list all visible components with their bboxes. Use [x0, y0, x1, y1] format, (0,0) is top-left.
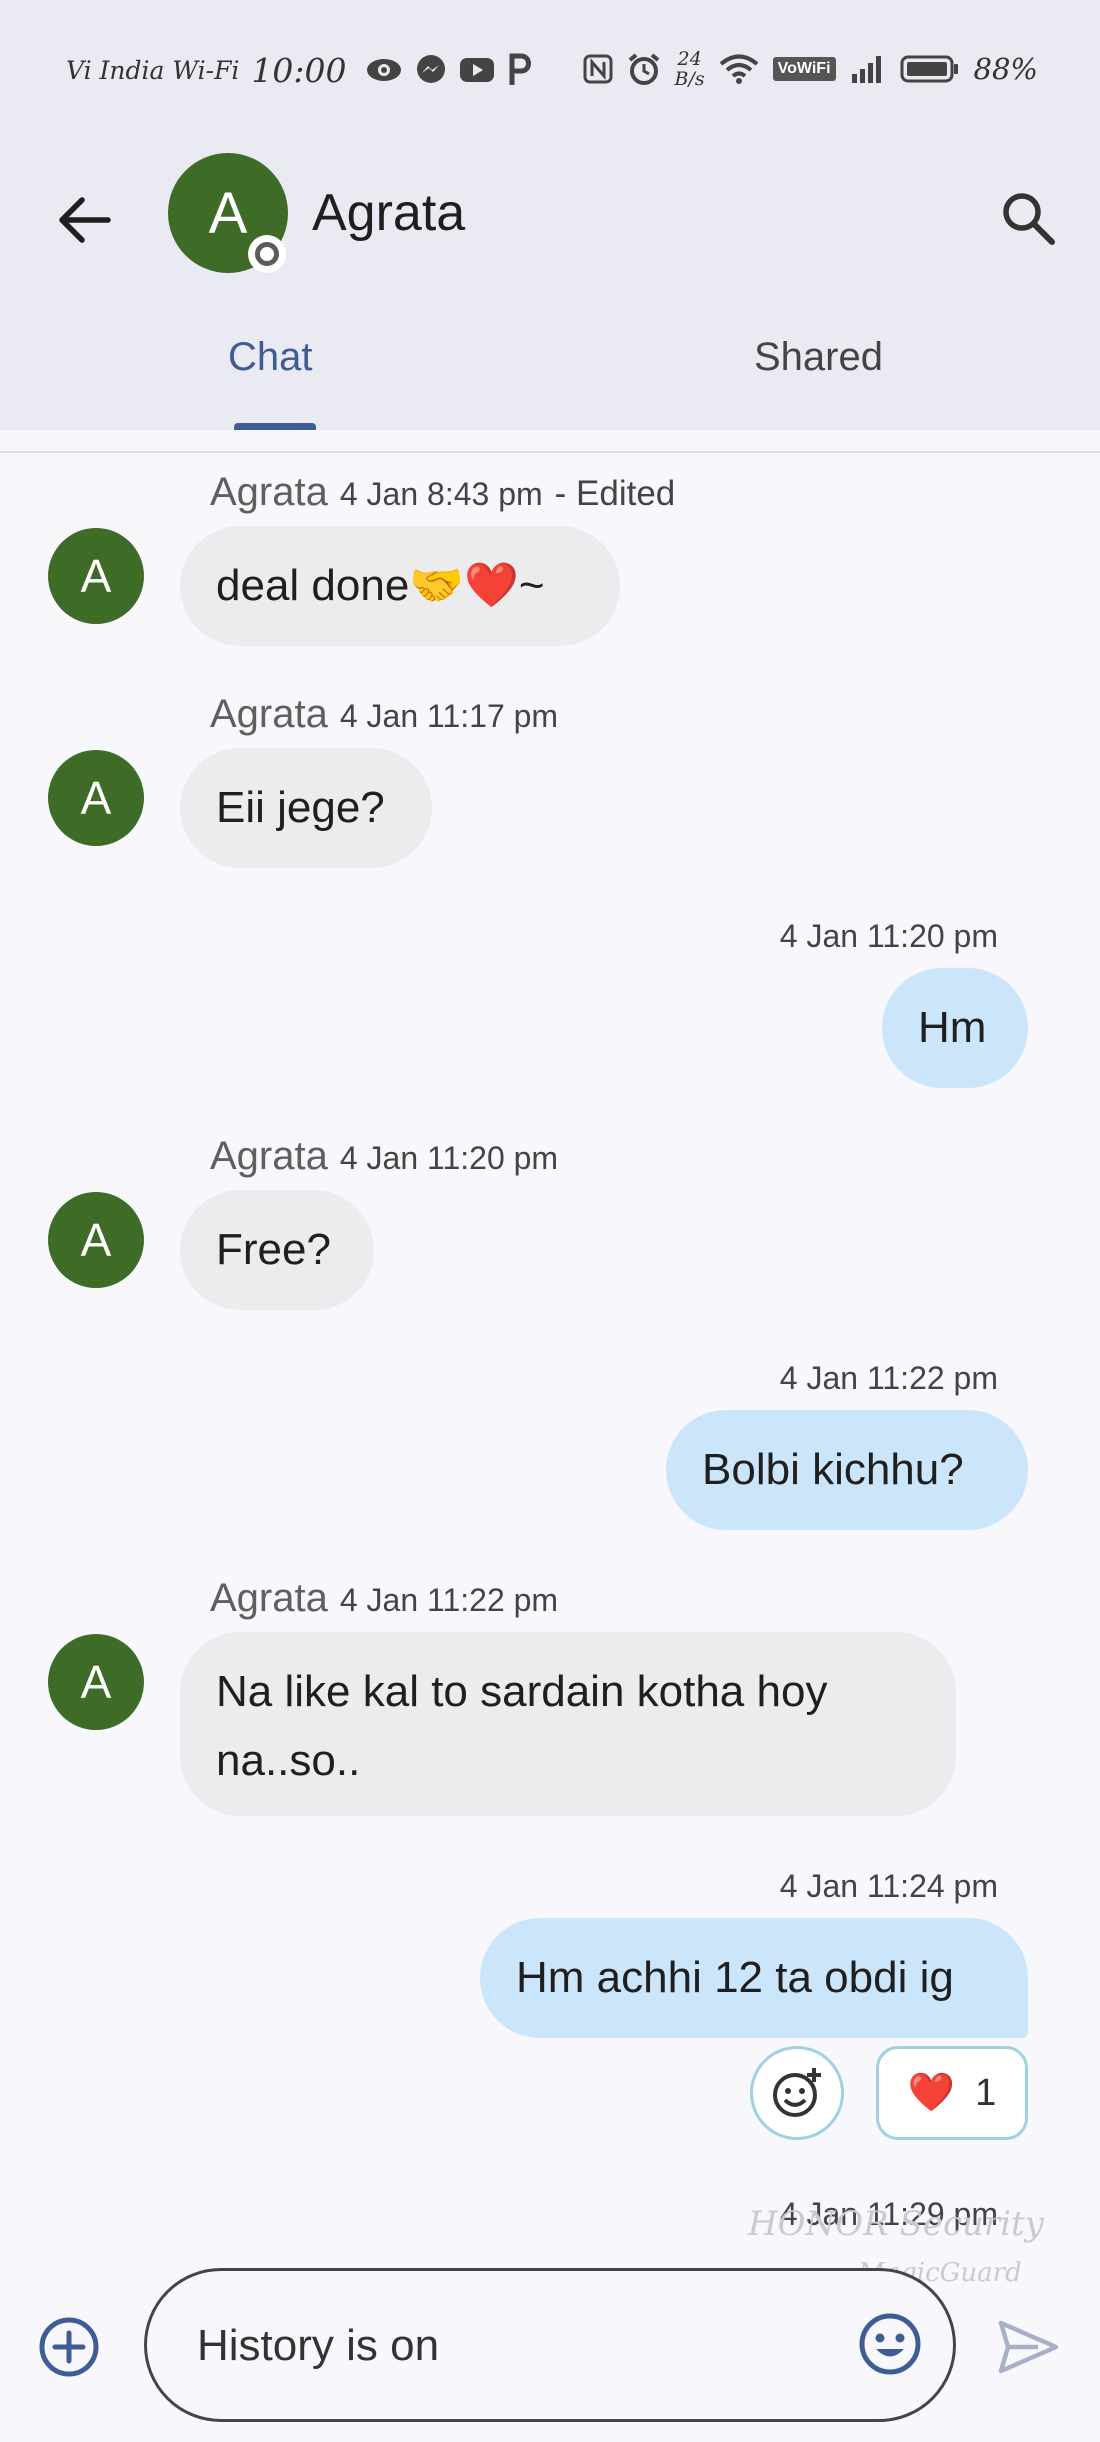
battery-percent: 88% [973, 52, 1038, 86]
sender-avatar[interactable]: A [48, 1634, 144, 1730]
message-time: 4 Jan 11:20 pm [779, 918, 998, 954]
sender-name: Agrata [210, 1576, 328, 1620]
sender-name: Agrata [210, 692, 328, 736]
message-text: deal done🤝❤️~ [216, 560, 545, 610]
message-text: Hm [918, 1002, 987, 1052]
active-tab-indicator [234, 423, 316, 430]
message-time: 4 Jan 11:17 pm [339, 698, 559, 734]
back-arrow-icon [59, 197, 111, 243]
compose-bar: History is on [0, 2240, 1100, 2442]
send-button[interactable] [996, 2316, 1062, 2378]
message-time: 4 Jan 11:22 pm [779, 1360, 998, 1396]
tab-chat[interactable]: Chat [228, 335, 313, 380]
message-text: Free? [216, 1224, 331, 1274]
message-time: 4 Jan 11:20 pm [339, 1140, 559, 1176]
message-time: 4 Jan 11:22 pm [339, 1582, 559, 1618]
wifi-icon [719, 54, 758, 84]
header-divider [0, 451, 1100, 453]
message-meta: Agrata 4 Jan 11:20 pm [210, 1134, 558, 1179]
speed-unit: B/s [674, 68, 705, 90]
send-icon [998, 2320, 1059, 2374]
sender-avatar[interactable]: A [48, 750, 144, 846]
emoji-button[interactable] [855, 2309, 925, 2379]
network-speed: 24 B/s [675, 49, 705, 89]
incoming-message-bubble[interactable]: Free? [180, 1190, 374, 1310]
message-meta: Agrata 4 Jan 8:43 pm - Edited [210, 470, 675, 515]
p-icon [509, 53, 531, 85]
eye-icon [366, 59, 401, 81]
incoming-message-bubble[interactable]: Na like kal to sardain kotha hoy na..so.… [180, 1632, 956, 1816]
search-button[interactable] [990, 180, 1065, 255]
add-attachment-button[interactable] [36, 2314, 102, 2380]
message-input[interactable]: History is on [144, 2268, 956, 2422]
presence-indicator [248, 235, 286, 273]
heart-reaction-chip[interactable]: ❤️ 1 [876, 2046, 1028, 2140]
sender-avatar[interactable]: A [48, 1192, 144, 1288]
status-bar: Vi India Wi-Fi 10:00 24 B/s VoWiFi 88% [0, 0, 1100, 135]
message-text: Hm achhi 12 ta obdi ig [516, 1952, 954, 2002]
outgoing-message-bubble[interactable]: Bolbi kichhu? [666, 1410, 1028, 1530]
youtube-icon [459, 58, 494, 82]
contact-name[interactable]: Agrata [312, 183, 465, 243]
outgoing-message-bubble[interactable]: Hm [882, 968, 1028, 1088]
nfc-icon [583, 54, 613, 84]
message-meta: Agrata 4 Jan 11:22 pm [210, 1576, 558, 1621]
watermark-line1: HONOR Security [748, 2204, 1044, 2244]
carrier-label: Vi India Wi-Fi [66, 55, 240, 85]
message-time: 4 Jan 8:43 pm [339, 476, 543, 512]
message-input-placeholder: History is on [197, 2321, 440, 2370]
battery-icon [900, 55, 958, 83]
message-time: 4 Jan 11:24 pm [779, 1868, 998, 1904]
search-icon [1002, 192, 1055, 245]
emoji-icon [859, 2313, 921, 2375]
incoming-message-bubble[interactable]: Eii jege? [180, 748, 432, 868]
signal-icon [851, 56, 881, 83]
sender-avatar[interactable]: A [48, 528, 144, 624]
status-right: 24 B/s VoWiFi 88% [583, 44, 1038, 94]
chat-header: A Agrata Chat Shared [0, 135, 1100, 430]
add-circle-icon [39, 2317, 99, 2377]
sender-name: Agrata [210, 470, 328, 514]
sender-name: Agrata [210, 1134, 328, 1178]
add-reaction-button[interactable] [750, 2046, 844, 2140]
edited-label: - Edited [554, 474, 676, 513]
message-text: Eii jege? [216, 782, 385, 832]
message-text: Bolbi kichhu? [702, 1444, 964, 1494]
speed-value: 24 [677, 48, 702, 70]
vowifi-badge: VoWiFi [772, 57, 836, 81]
reaction-emoji: ❤️ [907, 2072, 956, 2114]
incoming-message-bubble[interactable]: deal done🤝❤️~ [180, 526, 620, 646]
reaction-count: 1 [975, 2071, 997, 2114]
outgoing-message-bubble[interactable]: Hm achhi 12 ta obdi ig [480, 1918, 1028, 2038]
add-reaction-icon [773, 2068, 821, 2117]
back-button[interactable] [50, 185, 120, 255]
message-text: Na like kal to sardain kotha hoy na..so.… [216, 1667, 828, 1785]
alarm-icon [628, 53, 659, 85]
message-meta: Agrata 4 Jan 11:17 pm [210, 692, 558, 737]
status-left: Vi India Wi-Fi 10:00 [66, 48, 533, 92]
messenger-icon [416, 55, 445, 83]
tab-shared[interactable]: Shared [754, 335, 883, 380]
clock: 10:00 [251, 50, 347, 90]
